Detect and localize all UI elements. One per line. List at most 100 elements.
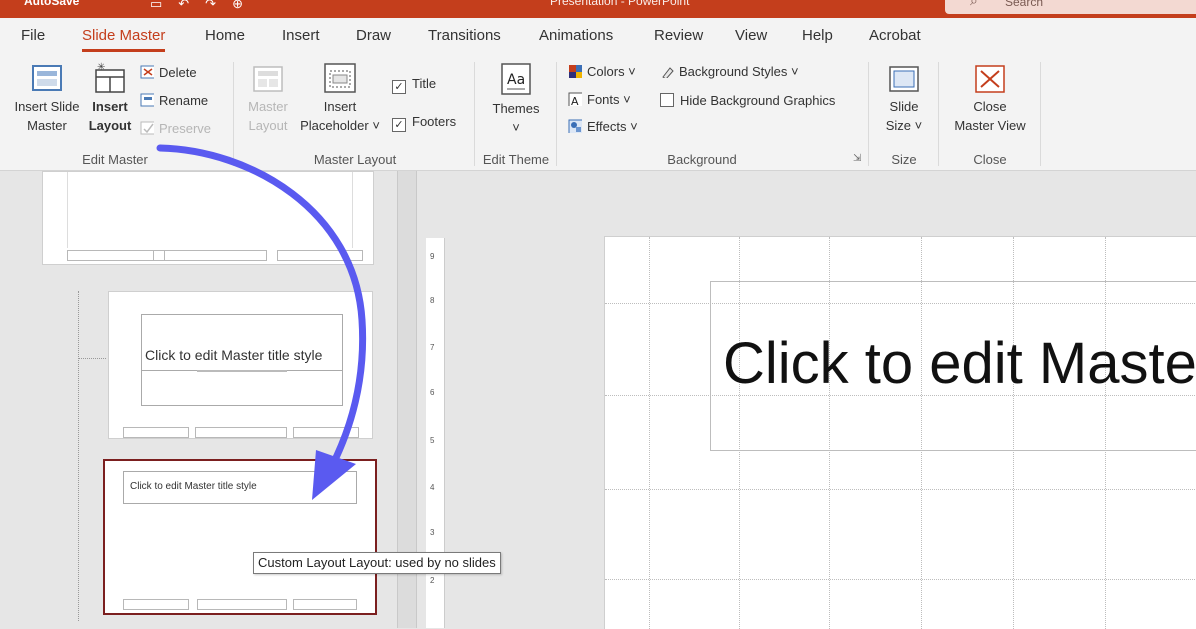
master-layout-label-1: Master bbox=[248, 99, 288, 114]
close-master-view-icon bbox=[975, 65, 1005, 93]
ruler-tick: 7 bbox=[430, 343, 435, 352]
colors-button[interactable]: Colors ˅ bbox=[568, 64, 636, 79]
search-box[interactable]: ⌕ Search bbox=[945, 0, 1196, 14]
edit-theme-group-label: Edit Theme bbox=[482, 152, 550, 167]
insert-placeholder-icon bbox=[324, 63, 356, 93]
master-title-placeholder[interactable]: Click to edit Master title style bbox=[710, 281, 1196, 451]
title-layout-thumbnail[interactable]: Click to edit Master title style bbox=[108, 291, 373, 439]
ribbon: Insert Slide Master ✳ Insert Layout Dele… bbox=[0, 56, 1196, 171]
fonts-icon: A bbox=[568, 92, 582, 106]
thumb2-subtitle-box bbox=[141, 369, 343, 406]
grid-line bbox=[605, 489, 1196, 490]
autosave-label[interactable]: AutoSave bbox=[24, 0, 79, 8]
master-layout-label-2: Layout bbox=[248, 118, 288, 133]
close-master-view-label-1: Close bbox=[973, 99, 1007, 114]
close-group-label: Close bbox=[973, 152, 1007, 167]
group-separator bbox=[474, 62, 475, 166]
delete-button[interactable]: Delete bbox=[140, 65, 197, 80]
thumb-footer-date bbox=[67, 250, 165, 261]
delete-label: Delete bbox=[159, 65, 197, 80]
fonts-label: Fonts ˅ bbox=[587, 92, 631, 107]
tab-animations[interactable]: Animations bbox=[539, 27, 613, 44]
group-separator bbox=[556, 62, 557, 166]
thumb3-footer-number bbox=[293, 599, 357, 610]
tab-slide-master[interactable]: Slide Master bbox=[82, 27, 166, 52]
thumbnail-tree-branch bbox=[78, 358, 106, 359]
layout-tooltip: Custom Layout Layout: used by no slides bbox=[253, 552, 501, 574]
quick-access-toolbar[interactable]: ▭↶↷⊕ bbox=[150, 0, 259, 12]
tab-help[interactable]: Help bbox=[802, 27, 833, 44]
thumb-footer-text bbox=[153, 250, 267, 261]
thumb3-footer-date bbox=[123, 599, 189, 610]
background-dialog-launcher-icon[interactable]: ⇲ bbox=[853, 153, 861, 164]
group-separator bbox=[868, 62, 869, 166]
background-styles-button[interactable]: Background Styles ˅ bbox=[660, 64, 799, 79]
tab-acrobat[interactable]: Acrobat bbox=[869, 27, 921, 44]
thumbnail-tree-line bbox=[78, 291, 79, 621]
rename-icon bbox=[140, 93, 154, 107]
tab-view[interactable]: View bbox=[735, 27, 767, 44]
slide-size-icon bbox=[889, 66, 919, 92]
themes-dropdown-icon: ˅ bbox=[512, 120, 520, 135]
hide-background-graphics-label: Hide Background Graphics bbox=[680, 93, 836, 108]
ruler-tick: 2 bbox=[430, 576, 435, 585]
rename-button[interactable]: Rename bbox=[140, 93, 208, 108]
rename-label: Rename bbox=[159, 93, 209, 108]
slide-size-button[interactable]: Slide Size ˅ bbox=[876, 64, 932, 135]
ruler-tick: 6 bbox=[430, 388, 435, 397]
thumb2-title-box: Click to edit Master title style bbox=[141, 314, 343, 371]
master-title-text[interactable]: Click to edit Master title style bbox=[723, 330, 1196, 397]
master-layout-button[interactable]: Master Layout bbox=[240, 64, 296, 135]
thumb2-title-text: Click to edit Master title style bbox=[145, 347, 323, 363]
insert-layout-label-2: Layout bbox=[88, 118, 132, 133]
insert-placeholder-button[interactable]: Insert Placeholder ˅ bbox=[295, 62, 385, 135]
footers-checkbox-label: Footers bbox=[412, 114, 457, 129]
close-master-view-button[interactable]: Close Master View bbox=[946, 64, 1034, 135]
thumb3-footer-text bbox=[197, 599, 287, 610]
tab-slide-master-label: Slide Master bbox=[82, 27, 166, 44]
tab-transitions[interactable]: Transitions bbox=[428, 27, 501, 44]
thumb2-footer-text bbox=[195, 427, 287, 438]
svg-text:✳: ✳ bbox=[97, 62, 105, 73]
thumb3-title-text: Click to edit Master title style bbox=[130, 481, 257, 492]
active-tab-underline bbox=[82, 49, 166, 52]
tab-review[interactable]: Review bbox=[654, 27, 703, 44]
insert-layout-button[interactable]: ✳ Insert Layout bbox=[86, 62, 134, 135]
themes-label: Themes bbox=[492, 101, 540, 116]
footers-checkbox[interactable]: ✓ Footers bbox=[392, 114, 456, 132]
slide-master-thumbnail[interactable] bbox=[42, 171, 374, 265]
custom-layout-thumbnail-selected[interactable]: Click to edit Master title style bbox=[103, 459, 377, 615]
tab-insert[interactable]: Insert bbox=[282, 27, 320, 44]
preserve-button[interactable]: Preserve bbox=[140, 121, 211, 136]
themes-button[interactable]: Aa Themes ˅ bbox=[486, 62, 546, 137]
ribbon-tabs: File Slide Master Home Insert Draw Trans… bbox=[0, 18, 1196, 56]
slide-size-label-1: Slide bbox=[889, 99, 919, 114]
insert-placeholder-label-1: Insert bbox=[323, 99, 357, 114]
background-group-label: Background bbox=[667, 152, 737, 167]
group-separator bbox=[233, 62, 234, 166]
tab-home[interactable]: Home bbox=[205, 27, 245, 44]
effects-button[interactable]: Effects ˅ bbox=[568, 119, 638, 134]
edit-master-group-label: Edit Master bbox=[82, 152, 148, 167]
themes-icon: Aa bbox=[501, 63, 531, 95]
preserve-label: Preserve bbox=[159, 121, 212, 136]
tab-file[interactable]: File bbox=[21, 27, 45, 44]
background-styles-icon bbox=[662, 67, 674, 78]
search-placeholder: Search bbox=[1005, 0, 1044, 9]
title-checkbox-label: Title bbox=[412, 76, 437, 91]
insert-slide-master-label-2: Master bbox=[27, 118, 67, 133]
master-layout-icon bbox=[253, 66, 283, 92]
hide-background-graphics-checkbox[interactable]: Hide Background Graphics bbox=[660, 93, 835, 108]
insert-slide-master-button[interactable]: Insert Slide Master bbox=[10, 64, 84, 135]
svg-text:A: A bbox=[571, 95, 579, 106]
footers-check-icon: ✓ bbox=[392, 118, 406, 132]
title-checkbox[interactable]: ✓ Title bbox=[392, 76, 436, 94]
grid-line bbox=[649, 237, 650, 629]
insert-layout-label-1: Insert bbox=[92, 99, 128, 114]
fonts-button[interactable]: A Fonts ˅ bbox=[568, 92, 631, 107]
tab-draw[interactable]: Draw bbox=[356, 27, 391, 44]
ruler-tick: 4 bbox=[430, 483, 435, 492]
effects-icon bbox=[568, 119, 582, 133]
colors-icon bbox=[569, 65, 582, 78]
slide-size-label-2: Size ˅ bbox=[885, 118, 923, 133]
